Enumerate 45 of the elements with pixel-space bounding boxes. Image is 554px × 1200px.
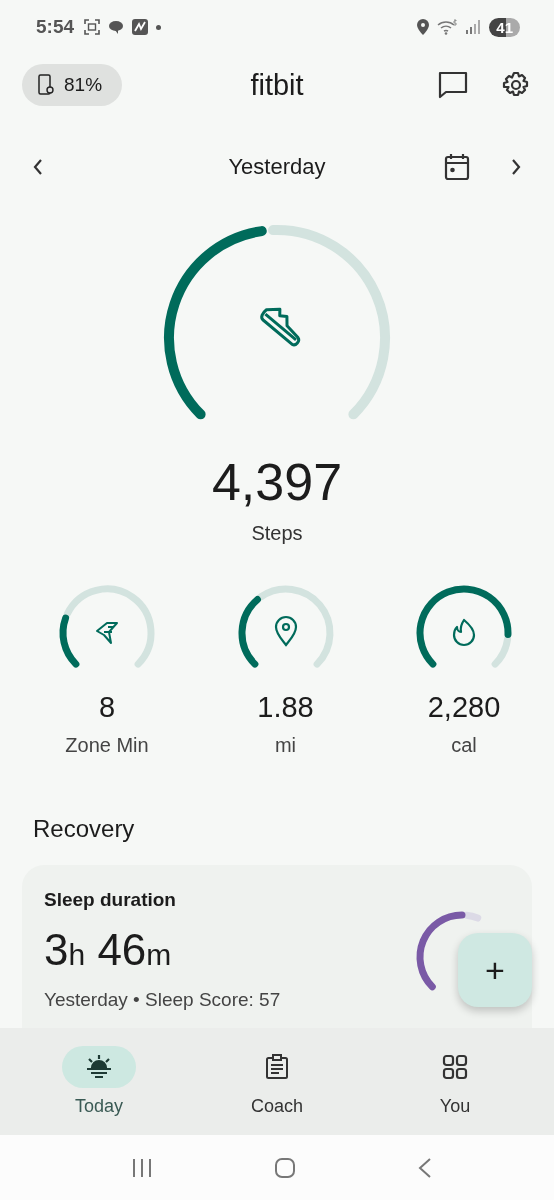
date-label: Yesterday: [228, 154, 326, 180]
sunrise-icon: [84, 1054, 114, 1080]
sleep-score-text: Yesterday • Sleep Score: 57: [44, 989, 282, 1011]
screenshot-icon: [84, 19, 101, 35]
app-logo: fitbit: [250, 68, 304, 102]
recent-apps-icon[interactable]: [130, 1156, 153, 1179]
home-icon[interactable]: [274, 1156, 296, 1179]
steps-label: Steps: [250, 522, 304, 545]
steps-count: 4,397: [210, 452, 344, 512]
add-button[interactable]: +: [458, 933, 532, 1007]
signal-icon: [465, 19, 482, 35]
device-battery-chip[interactable]: 81%: [22, 64, 123, 106]
sneaker-icon: [260, 307, 301, 347]
stat-label: cal: [451, 734, 477, 757]
status-time: 5:54: [36, 16, 75, 38]
card-title: Sleep duration: [44, 889, 177, 911]
sleep-duration-value: 3h 46m: [44, 925, 173, 975]
clipboard-icon: [265, 1054, 289, 1080]
app-icon: [132, 19, 149, 35]
stat-value: 2,280: [427, 691, 501, 724]
nav-tab[interactable]: You: [395, 1045, 515, 1118]
next-day-icon[interactable]: [510, 158, 522, 176]
settings-icon[interactable]: [502, 71, 530, 99]
stat-gauge-fill: [59, 614, 80, 668]
location-icon: [417, 19, 430, 35]
stat-gauge-track: [491, 635, 512, 668]
stat-label: Zone Min: [65, 734, 149, 757]
wifi-icon: [437, 19, 458, 35]
flame-icon: [452, 618, 476, 647]
notification-dot-icon: [156, 24, 162, 30]
battery-indicator: 41: [489, 17, 520, 37]
previous-day-icon[interactable]: [32, 158, 44, 176]
stat-label: mi: [274, 734, 297, 757]
grid-icon: [442, 1054, 468, 1080]
calendar-icon[interactable]: [444, 153, 470, 181]
watch-phone-icon: [38, 74, 54, 96]
nav-tab[interactable]: Coach: [217, 1045, 337, 1118]
stat-value: 1.88: [257, 691, 314, 724]
section-title: Recovery: [33, 815, 136, 843]
stat-gauge-fill: [238, 596, 261, 668]
nav-tab[interactable]: Today: [39, 1045, 159, 1118]
stat-value: 8: [98, 691, 116, 724]
message-icon[interactable]: [438, 71, 468, 99]
sleep-gauge-track: [462, 911, 482, 922]
location-pin-icon: [274, 615, 297, 647]
